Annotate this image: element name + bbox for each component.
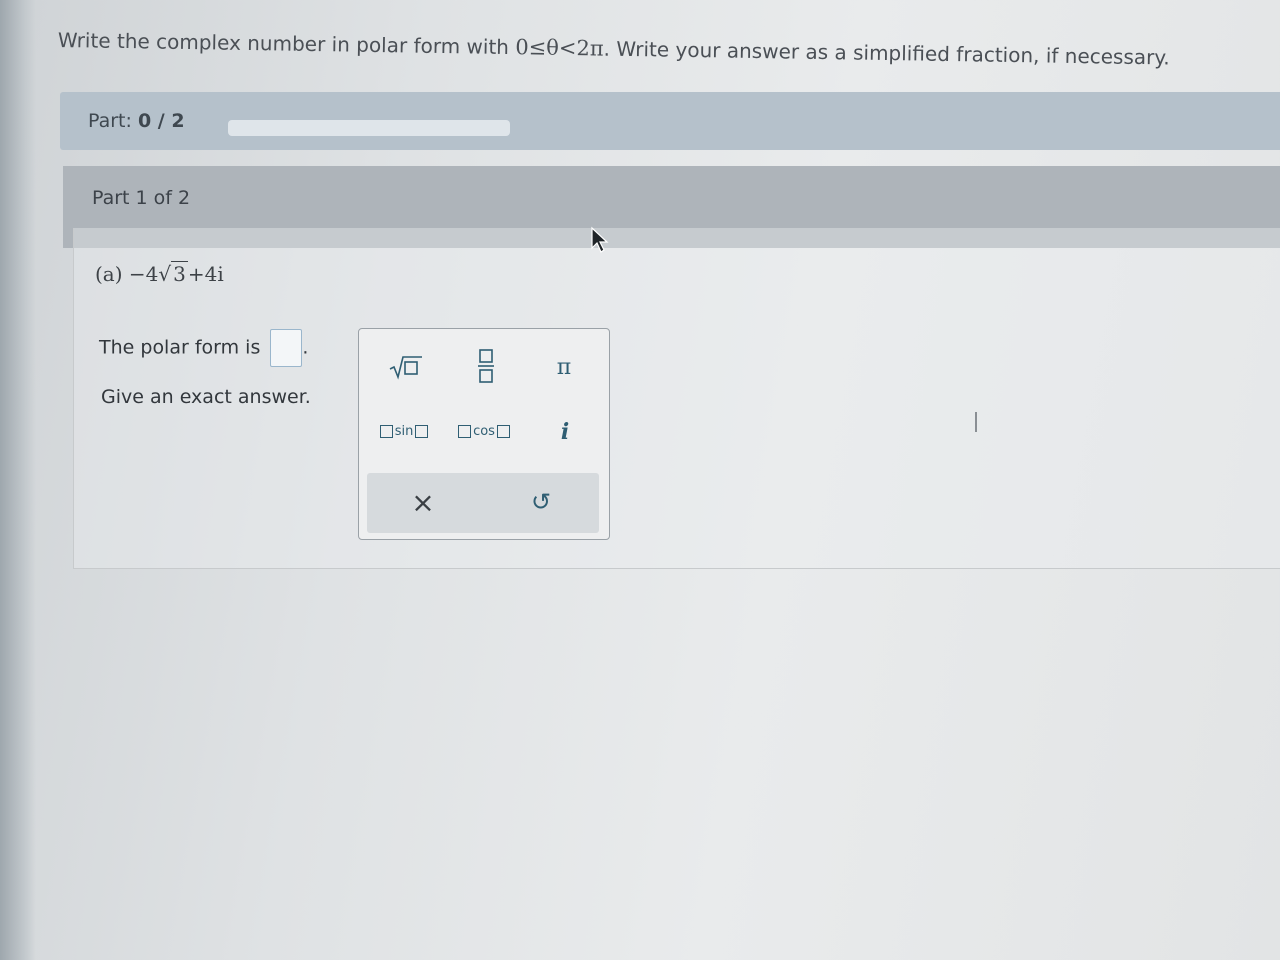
- progress-track: [228, 120, 510, 136]
- text-cursor-icon: [975, 412, 977, 432]
- screen-bezel: [0, 0, 36, 960]
- part-title: Part 1 of 2: [92, 187, 191, 209]
- part-progress-label: Part: 0 / 2: [88, 110, 185, 132]
- fraction-key[interactable]: [461, 343, 511, 389]
- part-progress-bar: Part: 0 / 2: [60, 92, 1280, 150]
- placeholder-box-icon: [458, 424, 472, 438]
- placeholder-box-icon: [379, 424, 393, 438]
- placeholder-box-icon: [496, 424, 510, 438]
- question-prompt: Write the complex number in polar form w…: [57, 28, 1170, 70]
- answer-line: The polar form is.: [99, 329, 308, 367]
- pi-key[interactable]: π: [541, 347, 587, 387]
- sqrt-icon: [389, 356, 422, 380]
- fraction-icon: [478, 349, 494, 383]
- undo-button[interactable]: ↺: [515, 479, 567, 525]
- cos-key[interactable]: cos: [453, 415, 515, 447]
- sin-key[interactable]: sin: [373, 415, 435, 447]
- answer-input[interactable]: [270, 329, 303, 367]
- placeholder-box-icon: [415, 424, 429, 438]
- hint-text: Give an exact answer.: [101, 386, 311, 408]
- mouse-pointer-icon: [591, 226, 609, 253]
- prompt-math: 0≤θ<2π: [515, 35, 604, 61]
- clear-button[interactable]: ×: [397, 479, 449, 525]
- imaginary-unit-key[interactable]: i: [543, 415, 587, 449]
- sqrt-key[interactable]: [381, 347, 431, 387]
- math-keypad: π sin cos i × ↺: [358, 328, 610, 540]
- question-expression: (a) −4√ 3 +4i: [95, 261, 224, 286]
